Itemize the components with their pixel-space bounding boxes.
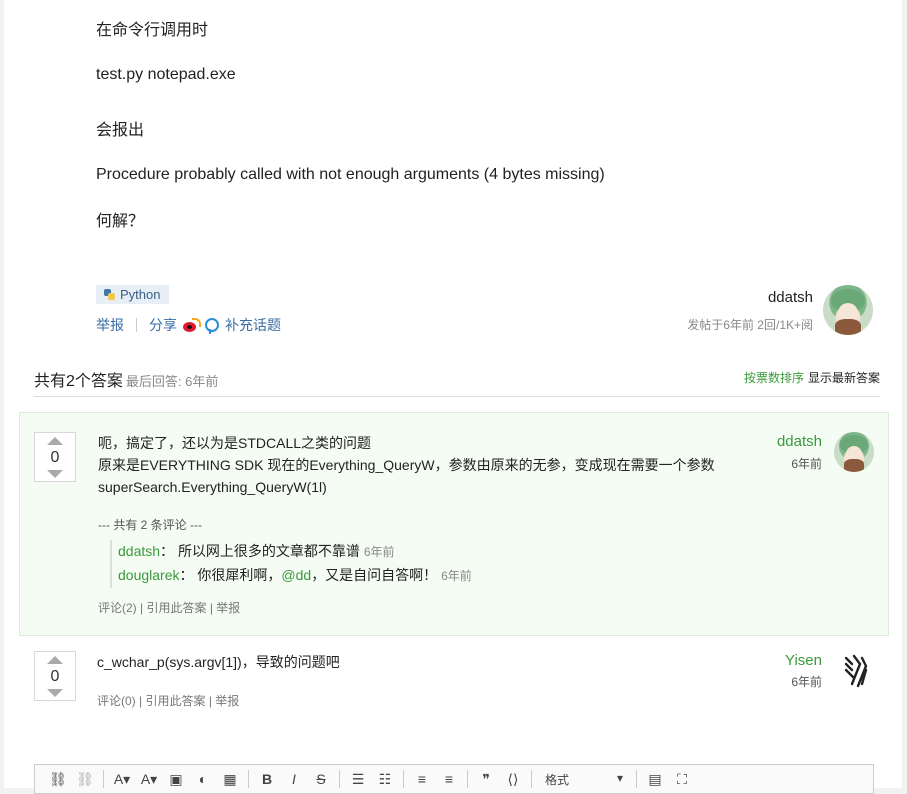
answer-time: 6年前 (791, 457, 822, 471)
bold-icon[interactable]: B (258, 771, 276, 787)
preview-icon[interactable]: ▤ (646, 771, 664, 788)
sort-options: 按票数排序 显示最新答案 (744, 369, 880, 386)
editor-toolbar: ⛓ ⛓ A▾ A▾ ▣ ◐ ▦ B I S ☰ ☷ ≡ ≡ ❞ ⟨⟩ 格式 ▾ ▤… (34, 764, 874, 794)
vote-box: 0 (34, 432, 76, 482)
vote-up-icon[interactable] (47, 656, 63, 664)
divider (339, 770, 340, 788)
divider (136, 318, 137, 332)
divider (34, 396, 880, 397)
quote-link[interactable]: 引用此答案 (145, 694, 205, 708)
strikethrough-icon[interactable]: S (312, 771, 330, 787)
question-author[interactable]: ddatsh (768, 289, 813, 306)
answer-line: superSearch.Everything_QueryW(1l) (98, 479, 327, 495)
divider (636, 770, 637, 788)
comment-item: ddatsh： 所以网上很多的文章都不靠谱 6年前 (118, 543, 395, 559)
comments-link[interactable]: 评论(2) (98, 601, 137, 615)
format-label: 格式 (545, 772, 570, 787)
comment-text: ，又是自问自答啊！ (311, 567, 438, 583)
format-select[interactable]: 格式 ▾ (541, 771, 627, 788)
chevron-down-icon: ▾ (616, 770, 623, 785)
answer-links: 评论(2) | 引用此答案 | 举报 (98, 601, 241, 615)
report-link[interactable]: 举报 (216, 601, 240, 615)
code-icon[interactable]: ⟨⟩ (504, 771, 522, 788)
divider (531, 770, 532, 788)
comment-item: douglarek： 你很犀利啊，@dd，又是自问自答啊！ 6年前 (118, 567, 472, 583)
link-icon[interactable]: ⛓ (49, 771, 67, 788)
tag-label: Python (120, 287, 161, 302)
vote-down-icon[interactable] (47, 689, 63, 697)
quote-link[interactable]: 引用此答案 (146, 601, 206, 615)
weibo-icon[interactable] (183, 318, 201, 332)
question-actions: 举报 分享 补充话题 (96, 316, 281, 334)
answer-author[interactable]: Yisen (785, 652, 822, 669)
answers-count: 共有2个答案 (34, 373, 123, 390)
question-line: 在命令行调用时 (96, 22, 209, 39)
comment-time: 6年前 (363, 545, 395, 559)
italic-icon[interactable]: I (285, 771, 303, 787)
avatar[interactable] (823, 285, 873, 335)
last-reply: 最后回答: 6年前 (125, 374, 219, 389)
avatar[interactable] (842, 654, 870, 688)
answer-author[interactable]: ddatsh (777, 433, 822, 450)
answer-time: 6年前 (791, 675, 822, 689)
table-icon[interactable]: ▦ (221, 771, 239, 788)
comment-header: --- 共有 2 条评论 --- (98, 518, 202, 532)
share-link[interactable]: 分享 (149, 315, 177, 335)
comment-list: ddatsh： 所以网上很多的文章都不靠谱 6年前 douglarek： 你很犀… (110, 540, 472, 588)
vote-count: 0 (50, 667, 60, 685)
divider (403, 770, 404, 788)
report-link[interactable]: 举报 (215, 694, 239, 708)
image-icon[interactable]: ▣ (167, 771, 185, 788)
vote-up-icon[interactable] (47, 437, 63, 445)
comment-text: 所以网上很多的文章都不靠谱 (177, 543, 360, 559)
vote-count: 0 (50, 448, 60, 466)
python-icon (104, 289, 115, 300)
report-link[interactable]: 举报 (96, 315, 124, 335)
quote-icon[interactable]: ❞ (477, 771, 495, 788)
comment-text: 你很犀利啊， (197, 567, 282, 583)
question-line: Procedure probably called with not enoug… (96, 166, 605, 183)
ordered-list-icon[interactable]: ☰ (349, 771, 367, 788)
sort-newest[interactable]: 显示最新答案 (808, 371, 880, 385)
vote-box: 0 (34, 651, 76, 701)
avatar[interactable] (834, 432, 874, 472)
unlink-icon[interactable]: ⛓ (76, 771, 94, 788)
comment-user[interactable]: ddatsh (118, 543, 160, 559)
answers-header: 共有2个答案 最后回答: 6年前 (34, 367, 218, 391)
background-color-icon[interactable]: A▾ (140, 771, 158, 788)
vote-down-icon[interactable] (47, 470, 63, 478)
sort-by-votes[interactable]: 按票数排序 (744, 371, 804, 385)
emoji-icon[interactable]: ◐ (194, 771, 212, 787)
fullscreen-icon[interactable]: ⛶ (673, 771, 691, 788)
align-left-icon[interactable]: ≡ (413, 771, 431, 787)
comments-link[interactable]: 评论(0) (97, 694, 136, 708)
answer-line: 原来是EVERYTHING SDK 现在的Everything_QueryW，参… (98, 457, 715, 473)
question-meta: 发帖于6年前 2回/1K+阅 (687, 318, 813, 332)
comment-mention[interactable]: @dd (281, 567, 311, 583)
font-color-icon[interactable]: A▾ (113, 771, 131, 788)
question-line: test.py notepad.exe (96, 66, 236, 83)
question-line: 会报出 (96, 122, 145, 139)
align-center-icon[interactable]: ≡ (440, 771, 458, 787)
add-topic-link[interactable]: 补充话题 (225, 315, 281, 335)
divider (467, 770, 468, 788)
divider (103, 770, 104, 788)
answer-line: 呃，搞定了，还以为是STDCALL之类的问题 (98, 435, 372, 451)
topic-icon[interactable] (205, 318, 219, 334)
page: 在命令行调用时 test.py notepad.exe 会报出 Procedur… (4, 0, 902, 794)
answer-links: 评论(0) | 引用此答案 | 举报 (97, 694, 240, 708)
answer-item: 0 呃，搞定了，还以为是STDCALL之类的问题 原来是EVERYTHING S… (19, 412, 889, 636)
divider (248, 770, 249, 788)
comment-time: 6年前 (441, 569, 472, 583)
answer-line: c_wchar_p(sys.argv[1])，导致的问题吧 (97, 654, 340, 670)
unordered-list-icon[interactable]: ☷ (376, 771, 394, 788)
tag-python[interactable]: Python (96, 285, 170, 304)
comment-user[interactable]: douglarek (118, 567, 180, 583)
question-line: 何解？ (96, 213, 145, 230)
